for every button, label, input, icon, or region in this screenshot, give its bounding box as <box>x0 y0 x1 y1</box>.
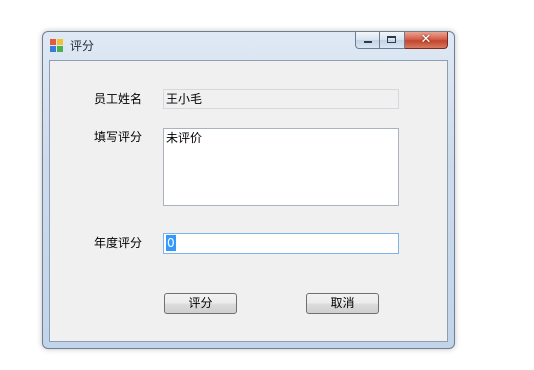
maximize-button[interactable] <box>380 32 405 49</box>
employee-name-field: 王小毛 <box>163 89 399 109</box>
annual-score-input[interactable]: 0 <box>163 233 399 254</box>
caption-buttons: ✕ <box>355 32 448 50</box>
comment-textarea[interactable]: 未评价 <box>163 128 399 206</box>
minimize-icon <box>364 41 372 43</box>
annual-score-label: 年度评分 <box>94 236 143 250</box>
rate-button[interactable]: 评分 <box>164 293 237 314</box>
close-icon: ✕ <box>420 32 432 47</box>
minimize-button[interactable] <box>355 32 380 49</box>
cancel-button[interactable]: 取消 <box>306 293 379 314</box>
rating-dialog-window: 评分 ✕ 员工姓名 王小毛 填写评分 未评价 年度评分 0 评分 取消 <box>42 31 455 349</box>
comment-label: 填写评分 <box>94 130 143 144</box>
maximize-icon <box>387 36 396 43</box>
title-bar[interactable]: 评分 ✕ <box>43 32 454 60</box>
window-title: 评分 <box>70 39 95 53</box>
form-client-area: 员工姓名 王小毛 填写评分 未评价 年度评分 0 评分 取消 <box>49 60 448 342</box>
employee-name-label: 员工姓名 <box>94 92 143 106</box>
close-button[interactable]: ✕ <box>405 32 448 49</box>
score-value: 0 <box>166 235 176 251</box>
app-icon <box>50 39 64 53</box>
